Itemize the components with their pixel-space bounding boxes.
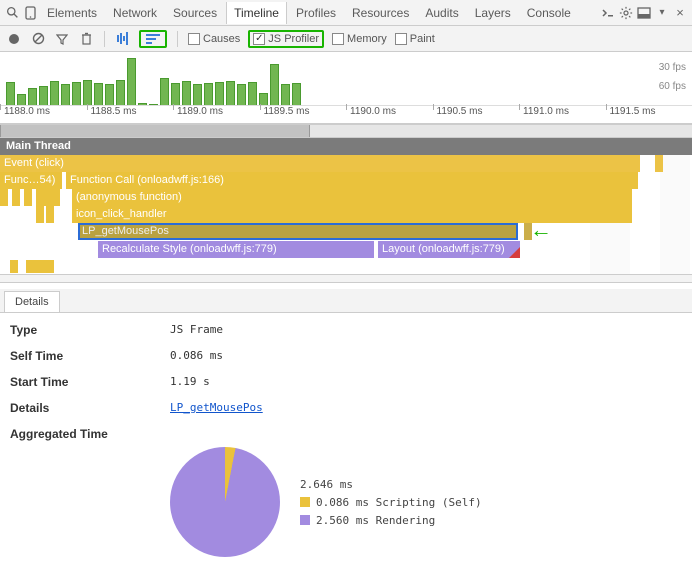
paint-label: Paint <box>410 33 435 45</box>
tab-layers[interactable]: Layers <box>468 2 518 24</box>
close-icon[interactable]: × <box>672 5 688 21</box>
label-start-time: Start Time <box>10 375 170 389</box>
flame-anonymous[interactable]: (anonymous function) <box>72 189 632 206</box>
flame-function-call[interactable]: Function Call (onloadwff.js:166) <box>66 172 638 189</box>
flame-small[interactable] <box>36 189 60 206</box>
range-selector[interactable] <box>0 124 692 138</box>
overview-bars <box>6 52 316 106</box>
flame-sliver[interactable] <box>655 155 663 172</box>
timeline-toolbar: Causes ✓JS Profiler Memory Paint <box>0 26 692 52</box>
drawer-icon[interactable] <box>600 5 616 21</box>
gear-icon[interactable] <box>618 5 634 21</box>
flame-small[interactable] <box>46 206 54 223</box>
flame-recalculate-style[interactable]: Recalculate Style (onloadwff.js:779) <box>98 241 374 258</box>
value-self-time: 0.086 ms <box>170 349 223 363</box>
value-details-link[interactable]: LP_getMousePos <box>170 401 263 415</box>
aggregated-time-pie <box>170 447 280 557</box>
legend-swatch-rendering <box>300 515 310 525</box>
details-tabbar: Details <box>0 289 692 313</box>
js-profiler-checkbox[interactable]: ✓JS Profiler <box>248 30 324 48</box>
tab-network[interactable]: Network <box>106 2 164 24</box>
legend-total: 2.646 ms <box>300 478 353 491</box>
dock-icon[interactable] <box>636 5 652 21</box>
warning-triangle-icon <box>509 247 520 258</box>
flame-small[interactable] <box>10 260 18 273</box>
value-start-time: 1.19 s <box>170 375 210 389</box>
flame-small[interactable] <box>0 189 8 206</box>
tab-timeline[interactable]: Timeline <box>226 2 287 24</box>
record-icon[interactable] <box>6 31 22 47</box>
flame-event-click[interactable]: Event (click) <box>0 155 640 172</box>
tab-sources[interactable]: Sources <box>166 2 224 24</box>
tab-details[interactable]: Details <box>4 291 60 312</box>
trash-icon[interactable] <box>78 31 94 47</box>
flame-small[interactable] <box>36 206 44 223</box>
pie-legend: 2.646 ms 0.086 ms Scripting (Self) 2.560… <box>300 473 482 532</box>
devtools-tabbar: Elements Network Sources Timeline Profil… <box>0 0 692 26</box>
device-icon[interactable] <box>22 5 38 21</box>
label-self-time: Self Time <box>10 349 170 363</box>
tab-elements[interactable]: Elements <box>40 2 104 24</box>
flame-func54[interactable]: Func…54) <box>0 172 62 189</box>
range-handle[interactable] <box>0 125 310 137</box>
causes-label: Causes <box>203 33 240 45</box>
chevron-down-icon[interactable]: ▾ <box>654 5 670 21</box>
legend-scripting: 0.086 ms Scripting (Self) <box>316 496 482 509</box>
label-details: Details <box>10 401 170 415</box>
paint-checkbox[interactable]: Paint <box>395 33 435 45</box>
tab-profiles[interactable]: Profiles <box>289 2 343 24</box>
bars-view-icon[interactable] <box>115 31 131 47</box>
flame-view-icon[interactable] <box>139 30 167 48</box>
overview-chart[interactable]: 30 fps 60 fps 1188.0 ms 1188.5 ms 1189.0… <box>0 52 692 124</box>
annotation-arrow-icon: ← <box>530 217 552 243</box>
fps-labels: 30 fps 60 fps <box>659 62 686 100</box>
time-ruler: 1188.0 ms 1188.5 ms 1189.0 ms 1189.5 ms … <box>0 105 692 123</box>
tab-audits[interactable]: Audits <box>418 2 465 24</box>
causes-checkbox[interactable]: Causes <box>188 33 240 45</box>
js-profiler-label: JS Profiler <box>268 33 319 45</box>
legend-rendering: 2.560 ms Rendering <box>316 514 435 527</box>
value-type: JS Frame <box>170 323 223 337</box>
search-icon[interactable] <box>4 5 20 21</box>
flame-small[interactable] <box>26 260 54 273</box>
flame-small[interactable] <box>12 189 20 206</box>
label-aggregated-time: Aggregated Time <box>10 427 170 441</box>
flame-small[interactable] <box>24 189 32 206</box>
main-thread-header[interactable]: Main Thread <box>0 138 692 155</box>
legend-swatch-scripting <box>300 497 310 507</box>
flame-lp-getmousepos[interactable]: LP_getMousePos <box>78 223 518 240</box>
memory-label: Memory <box>347 33 387 45</box>
details-pane: Type JS Frame Self Time 0.086 ms Start T… <box>0 313 692 561</box>
flame-chart[interactable]: Event (click) Func…54) Function Call (on… <box>0 155 692 275</box>
flame-layout[interactable]: Layout (onloadwff.js:779) <box>378 241 520 258</box>
clear-icon[interactable] <box>30 31 46 47</box>
label-type: Type <box>10 323 170 337</box>
tab-console[interactable]: Console <box>520 2 578 24</box>
filter-icon[interactable] <box>54 31 70 47</box>
tab-resources[interactable]: Resources <box>345 2 416 24</box>
memory-checkbox[interactable]: Memory <box>332 33 387 45</box>
